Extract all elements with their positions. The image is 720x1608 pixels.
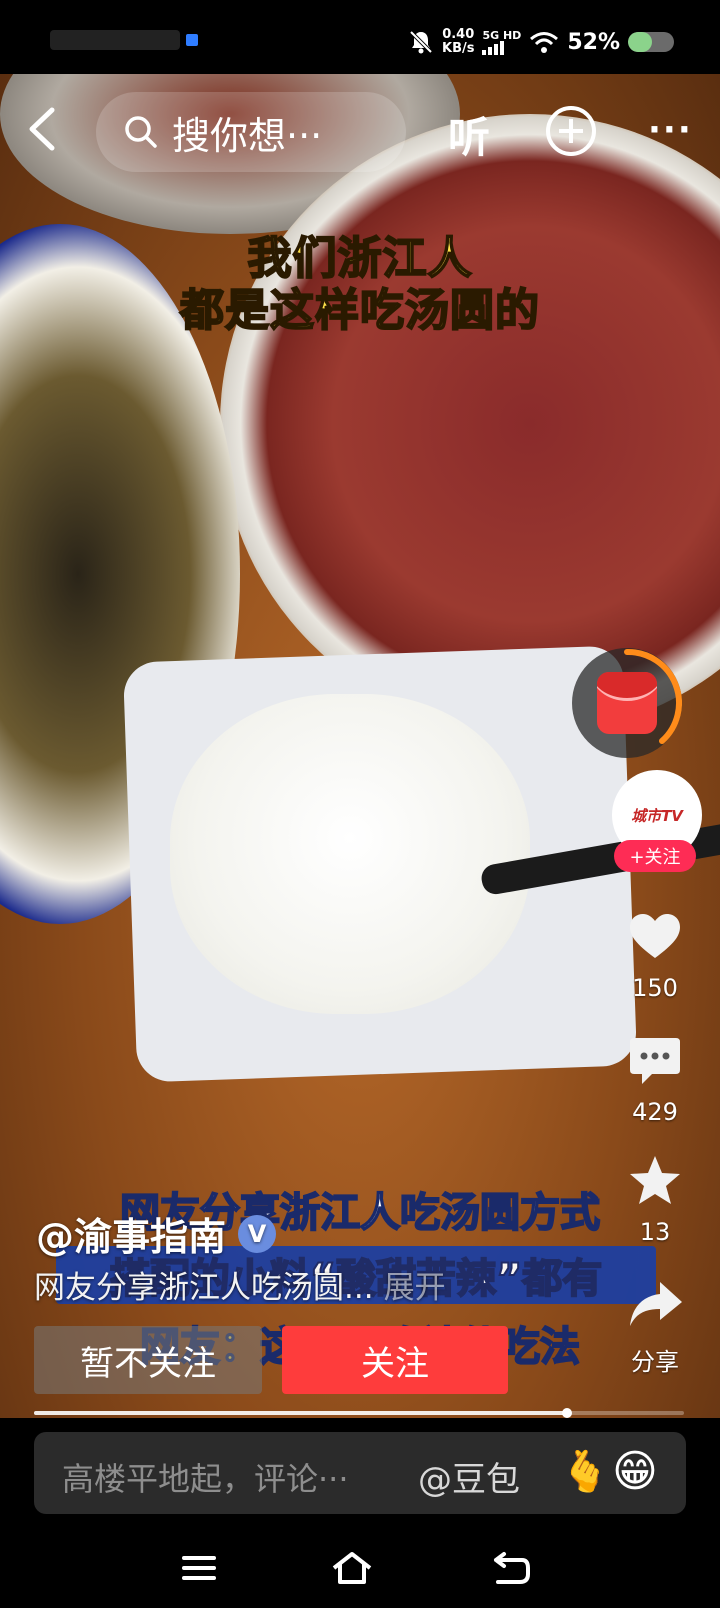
more-menu-button[interactable]: ··· [648, 110, 693, 150]
top-bar: 搜你想··· 听 ··· [0, 74, 720, 186]
favorite-button[interactable]: 13 [610, 1152, 700, 1246]
share-arrow-icon [630, 1282, 682, 1326]
comment-input-bar[interactable]: 高楼平地起，评论··· @豆包 🫰 😁 [34, 1432, 686, 1514]
battery-icon [628, 32, 674, 52]
like-button[interactable]: 150 [610, 908, 700, 1002]
mention-doubao-button[interactable]: @豆包 [418, 1452, 520, 1501]
search-placeholder: 搜你想··· [172, 113, 323, 158]
comment-button[interactable]: 429 [610, 1032, 700, 1126]
playback-progress-fill [34, 1411, 567, 1415]
playback-progress-bar[interactable] [34, 1408, 684, 1418]
net-speed-unit: KB/s [442, 41, 475, 56]
comment-input-placeholder[interactable]: 高楼平地起，评论··· [62, 1454, 349, 1500]
heart-icon [630, 914, 680, 958]
search-box[interactable]: 搜你想··· [96, 92, 406, 172]
description-text: 网友分享浙江人吃汤圆... [34, 1270, 374, 1306]
recent-apps-icon[interactable] [178, 1548, 222, 1588]
post-description[interactable]: 网友分享浙江人吃汤圆... 展开 [34, 1262, 446, 1307]
comment-icon [630, 1038, 680, 1084]
author-handle: @渝事指南 [36, 1215, 227, 1259]
status-bar: 0.40 KB/s 5G HD 52% [0, 0, 720, 74]
cellular-signal: 5G HD [482, 30, 521, 55]
search-icon [125, 116, 157, 148]
video-caption-line2: 都是这样吃汤圆的 [179, 284, 540, 337]
signal-label: 5G HD [482, 28, 522, 42]
system-nav-bar [0, 1530, 720, 1608]
signal-bars-icon [482, 40, 505, 55]
favorite-count: 13 [639, 1218, 671, 1246]
playback-scrubber-handle[interactable] [562, 1408, 572, 1418]
expand-link[interactable]: 展开 [384, 1270, 446, 1306]
blurred-notification-icons [50, 30, 180, 50]
verified-badge-icon: V [238, 1214, 277, 1253]
red-envelope-icon [597, 672, 657, 734]
red-packet-button[interactable] [572, 648, 682, 758]
home-icon[interactable] [330, 1548, 374, 1588]
like-count: 150 [632, 974, 678, 1002]
battery-level [628, 32, 652, 52]
grin-emoji-icon[interactable]: 😁 [612, 1446, 658, 1497]
add-icon[interactable] [546, 106, 596, 156]
follow-button[interactable]: 关注 [282, 1326, 508, 1394]
author-name[interactable]: @渝事指南 V [36, 1206, 277, 1261]
share-label: 分享 [631, 1348, 679, 1376]
net-speed-value: 0.40 [442, 27, 475, 42]
not-follow-button[interactable]: 暂不关注 [34, 1326, 262, 1394]
wifi-icon [530, 32, 559, 53]
back-icon[interactable] [22, 104, 62, 154]
status-notifications [50, 30, 198, 50]
comment-count: 429 [632, 1098, 678, 1126]
mute-bell-icon [409, 30, 433, 54]
red-envelope-flap [597, 672, 657, 701]
heart-hand-emoji-icon[interactable]: 🫰 [560, 1448, 610, 1495]
share-button[interactable]: 分享 [610, 1276, 700, 1377]
net-speed: 0.40 KB/s [442, 28, 474, 56]
star-icon [630, 1156, 680, 1204]
notification-dot-icon [186, 34, 198, 46]
avatar-logo: 城市TV [631, 806, 683, 825]
follow-chip-button[interactable]: +关注 [614, 840, 696, 872]
battery-percent: 52% [567, 29, 620, 55]
tangyuan-image [170, 694, 530, 1014]
back-nav-icon[interactable] [490, 1548, 534, 1588]
status-indicators: 0.40 KB/s 5G HD 52% [408, 28, 674, 56]
listen-button[interactable]: 听 [448, 104, 490, 165]
